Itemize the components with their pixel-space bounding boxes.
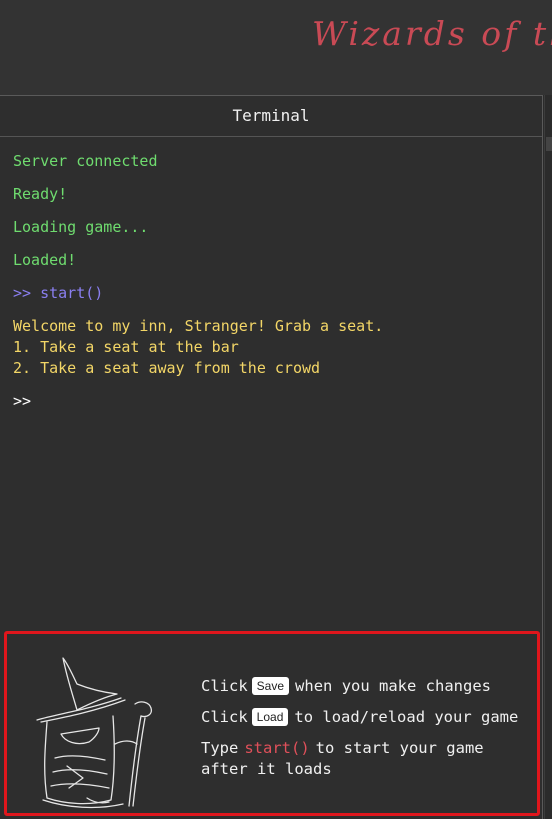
terminal-prompt[interactable]: >> [13,391,534,412]
start-command-code: start() [244,739,310,757]
wizard-sketch-icon [36,657,153,809]
scrollbar[interactable] [544,95,552,819]
help-text: to start your game [315,739,484,757]
help-line-load: Click Load to load/reload your game [201,707,518,728]
help-text: to load/reload your game [294,708,519,726]
scrollbar-thumb[interactable] [546,137,552,151]
app-title: Wizards of the [312,14,552,53]
help-text: Click [201,677,248,695]
terminal-output-line: 1. Take a seat at the bar [13,338,239,356]
help-text: when you make changes [295,677,491,695]
help-line-continuation: after it loads [201,760,332,778]
save-button[interactable]: Save [251,677,290,695]
terminal-output-line: Welcome to my inn, Stranger! Grab a seat… [13,317,384,335]
terminal-command-line: >> start() [13,284,104,302]
help-text: Click [201,708,248,726]
terminal-panel: Terminal Server connected Ready! Loading… [0,95,543,819]
help-line-save: Click Save when you make changes [201,676,518,697]
help-callout: Click Save when you make changes Click Load… [4,631,540,816]
help-text: Type [201,739,239,757]
terminal-line: Server connected [13,152,158,170]
help-instructions: Click Save when you make changes Click Load… [201,676,518,790]
terminal-output: Server connected Ready! Loading game... … [13,151,534,412]
terminal-output-line: 2. Take a seat away from the crowd [13,359,321,377]
help-line-start: Type start() to start your game [201,738,518,759]
terminal-line: Ready! [13,185,68,203]
app-header: Wizards of the [0,0,552,95]
terminal-line: Loaded! [13,251,77,269]
terminal-line: Loading game... [13,218,149,236]
load-button[interactable]: Load [251,708,289,726]
tab-terminal[interactable]: Terminal [0,96,542,137]
